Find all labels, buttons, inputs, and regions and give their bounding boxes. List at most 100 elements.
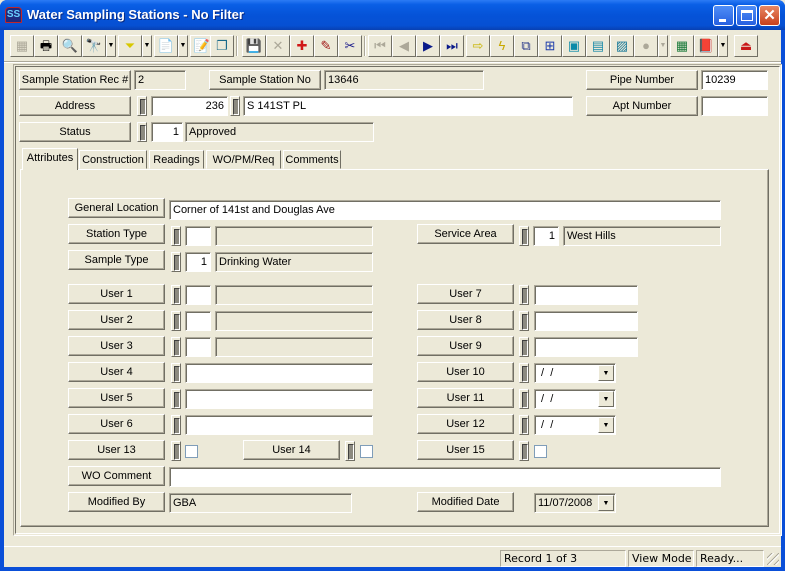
print-preview-button[interactable]: 🔍 <box>58 35 82 57</box>
tab-attributes[interactable]: Attributes <box>22 148 78 170</box>
apt-number-field[interactable] <box>701 96 768 116</box>
wo-comment-button[interactable]: WO Comment <box>68 466 165 486</box>
general-location-button[interactable]: General Location <box>68 198 165 218</box>
user-5-button[interactable]: User 5 <box>68 388 165 408</box>
user-8-field[interactable] <box>534 311 638 331</box>
previous-record-button[interactable]: ◀ <box>392 35 416 57</box>
delete-button[interactable]: ✕ <box>266 35 290 57</box>
find-button[interactable]: 🔭 <box>82 35 106 57</box>
user-13-lookup[interactable] <box>171 441 181 461</box>
first-record-button[interactable]: ⏮ <box>368 35 392 57</box>
pipe-number-field[interactable]: 10239 <box>701 70 768 90</box>
user-7-field[interactable] <box>534 285 638 305</box>
user-6-button[interactable]: User 6 <box>68 414 165 434</box>
user-1-lookup[interactable] <box>171 285 181 305</box>
user-2-button[interactable]: User 2 <box>68 310 165 330</box>
user-9-lookup[interactable] <box>519 337 529 357</box>
user-10-date-picker[interactable]: / / ▼ <box>534 363 616 383</box>
user-13-button[interactable]: User 13 <box>68 440 165 460</box>
edit-button[interactable]: ✎ <box>314 35 338 57</box>
tab-readings[interactable]: Readings <box>149 150 204 169</box>
user-4-lookup[interactable] <box>171 363 181 383</box>
user-14-button[interactable]: User 14 <box>243 440 340 460</box>
user-3-code-field[interactable] <box>185 337 211 357</box>
add-record-button[interactable]: ✚ <box>290 35 314 57</box>
address-number-lookup[interactable] <box>137 96 147 116</box>
user-6-lookup[interactable] <box>171 415 181 435</box>
user-5-lookup[interactable] <box>171 389 181 409</box>
relationship-button[interactable]: ⊞ <box>538 35 562 57</box>
book-button[interactable]: 📕 <box>694 35 718 57</box>
user-8-lookup[interactable] <box>519 311 529 331</box>
user-3-button[interactable]: User 3 <box>68 336 165 356</box>
user-15-checkbox[interactable] <box>534 445 547 458</box>
address-street-field[interactable]: S 141ST PL <box>243 96 573 116</box>
sample-station-no-button[interactable]: Sample Station No <box>209 70 321 90</box>
address-street-lookup[interactable] <box>230 96 240 116</box>
exit-button[interactable]: ⏏ <box>734 35 758 57</box>
user-2-code-field[interactable] <box>185 311 211 331</box>
user-12-lookup[interactable] <box>519 415 529 435</box>
address-number-field[interactable]: 236 <box>151 96 228 116</box>
user-11-lookup[interactable] <box>519 389 529 409</box>
user-1-code-field[interactable] <box>185 285 211 305</box>
chevron-down-icon[interactable]: ▼ <box>598 391 614 407</box>
modified-date-picker[interactable]: 11/07/2008 ▼ <box>534 493 616 513</box>
next-record-button[interactable]: ▶ <box>416 35 440 57</box>
status-code-field[interactable]: 1 <box>151 122 183 142</box>
resize-grip[interactable] <box>767 553 779 565</box>
user-14-lookup[interactable] <box>345 441 355 461</box>
chat-button[interactable]: ● <box>634 35 658 57</box>
maximize-button[interactable] <box>736 5 757 26</box>
calculator-button[interactable]: ▤ <box>586 35 610 57</box>
tab-construction[interactable]: Construction <box>79 150 147 169</box>
status-button[interactable]: Status <box>19 122 131 142</box>
filter-button[interactable]: ⏷ <box>118 35 142 57</box>
chat-dropdown[interactable]: ▼ <box>658 35 668 57</box>
chevron-down-icon[interactable]: ▼ <box>598 495 614 511</box>
user-15-lookup[interactable] <box>519 441 529 461</box>
user-4-field[interactable] <box>185 363 373 383</box>
user-7-button[interactable]: User 7 <box>417 284 514 304</box>
user-7-lookup[interactable] <box>519 285 529 305</box>
apt-number-button[interactable]: Apt Number <box>586 96 698 116</box>
filter-dropdown[interactable]: ▼ <box>142 35 152 57</box>
last-record-button[interactable]: ⏭ <box>440 35 464 57</box>
status-lookup[interactable] <box>137 122 147 142</box>
service-area-code-field[interactable]: 1 <box>533 226 559 246</box>
close-button[interactable]: ✕ <box>759 5 780 26</box>
station-type-code-field[interactable] <box>185 226 211 246</box>
sample-type-lookup[interactable] <box>171 252 181 272</box>
pipe-number-button[interactable]: Pipe Number <box>586 70 698 90</box>
cut-button[interactable]: ✂ <box>338 35 362 57</box>
user-1-button[interactable]: User 1 <box>68 284 165 304</box>
user-10-lookup[interactable] <box>519 363 529 383</box>
user-8-button[interactable]: User 8 <box>417 310 514 330</box>
user-3-lookup[interactable] <box>171 337 181 357</box>
user-4-button[interactable]: User 4 <box>68 362 165 382</box>
go-button[interactable]: ⇨ <box>466 35 490 57</box>
print-button[interactable]: 🖶 <box>34 35 58 57</box>
modified-date-button[interactable]: Modified Date <box>417 492 514 512</box>
wo-comment-field[interactable] <box>169 467 721 487</box>
chevron-down-icon[interactable]: ▼ <box>598 365 614 381</box>
sample-type-button[interactable]: Sample Type <box>68 250 165 270</box>
station-type-lookup[interactable] <box>171 226 181 246</box>
report-button[interactable]: 📄 <box>154 35 178 57</box>
general-location-field[interactable]: Corner of 141st and Douglas Ave <box>169 200 721 220</box>
user-10-button[interactable]: User 10 <box>417 362 514 382</box>
book-dropdown[interactable]: ▼ <box>718 35 728 57</box>
chevron-down-icon[interactable]: ▼ <box>598 417 614 433</box>
copy-record-button[interactable]: ❐ <box>210 35 234 57</box>
spreadsheet-button[interactable]: ▦ <box>670 35 694 57</box>
station-type-button[interactable]: Station Type <box>68 224 165 244</box>
user-9-field[interactable] <box>534 337 638 357</box>
address-button[interactable]: Address <box>19 96 131 116</box>
user-13-checkbox[interactable] <box>185 445 198 458</box>
sample-type-code-field[interactable]: 1 <box>185 252 211 272</box>
find-dropdown[interactable]: ▼ <box>106 35 116 57</box>
report-dropdown[interactable]: ▼ <box>178 35 188 57</box>
map-button[interactable]: ▨ <box>610 35 634 57</box>
title-bar[interactable]: SS Water Sampling Stations - No Filter ✕ <box>0 0 785 30</box>
service-area-lookup[interactable] <box>519 226 529 246</box>
